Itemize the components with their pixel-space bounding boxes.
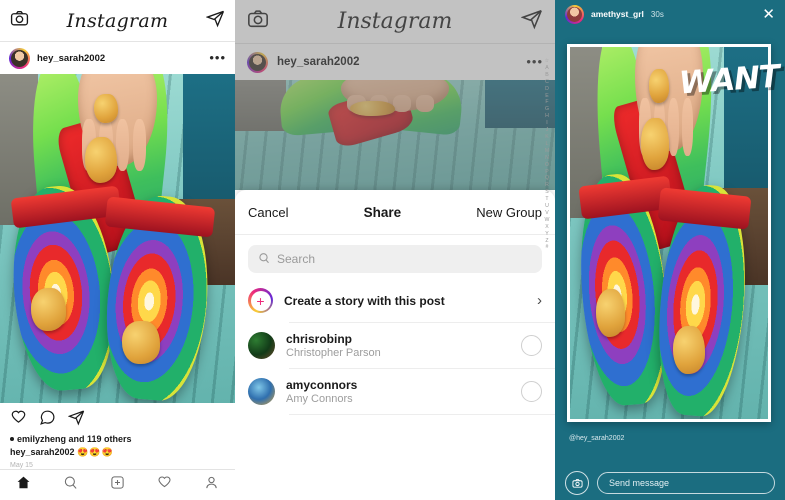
alpha-index-P[interactable]: P [545,169,548,175]
add-story-icon: + [248,288,273,313]
recipient-fullname: Christopher Parson [286,347,381,359]
person-icon[interactable] [204,475,219,495]
share-background-post: Instagram hey_sarah2002 ••• [235,0,555,190]
avatar[interactable] [565,4,584,24]
search-icon [258,252,270,267]
new-group-button[interactable]: New Group [476,205,542,220]
alpha-index-E[interactable]: E [545,93,548,99]
alpha-index-S[interactable]: S [545,189,548,195]
cancel-button[interactable]: Cancel [248,205,288,220]
close-icon[interactable]: ✕ [762,7,775,22]
recipient-fullname: Amy Connors [286,393,353,405]
post-meta: emilyzheng and 119 others hey_sarah2002 … [0,431,235,469]
alpha-index-T[interactable]: T [545,196,548,202]
alpha-index-Y[interactable]: Y [545,231,548,237]
alpha-index-☆[interactable]: ☆ [545,58,550,64]
story-footer: Send message [555,466,785,500]
send-message-placeholder: Send message [609,478,670,488]
post-header: hey_sarah2002 ••• [0,42,235,74]
post-more-icon[interactable]: ••• [209,51,226,64]
alpha-index-C[interactable]: C [545,79,549,85]
avatar [248,378,275,405]
search-placeholder: Search [277,252,316,266]
divider [289,414,555,415]
bullet-icon [10,437,14,441]
avatar[interactable] [9,47,30,69]
select-toggle[interactable] [521,335,542,356]
avatar [248,332,275,359]
direct-message-icon[interactable] [205,9,225,33]
alphabet-index-scrollbar[interactable]: ☆ A B C D E F G H I J K L M N O P Q R S T U V W X Y Z # [541,58,553,496]
story-header: amethyst_grl 30s ✕ [555,0,785,28]
heart-icon[interactable] [10,409,27,426]
list-item[interactable]: chrisrobinp Christopher Parson [235,323,555,368]
share-sheet: Cancel Share New Group Search + Create a… [235,190,555,500]
story-timestamp: 30s [650,9,664,19]
likes-text: emilyzheng and 119 others [17,434,132,444]
alpha-index-N[interactable]: N [545,155,549,161]
share-sheet-panel: Instagram hey_sarah2002 ••• Cancel Share… [235,0,555,500]
post-image[interactable] [0,74,235,403]
alpha-index-F[interactable]: F [545,99,548,105]
create-story-label: Create a story with this post [284,293,445,308]
alpha-index-#[interactable]: # [546,244,549,250]
story-credit[interactable]: @hey_sarah2002 [569,435,624,442]
alpha-index-I[interactable]: I [546,120,547,126]
search-input[interactable]: Search [248,245,542,273]
bottom-tab-bar [0,469,235,500]
post-actions [0,403,235,431]
share-icon[interactable] [68,409,85,426]
alpha-index-A[interactable]: A [545,65,548,71]
caption-emoji: 😍😍😍 [77,447,114,457]
alpha-index-B[interactable]: B [545,72,548,78]
alpha-index-U[interactable]: U [545,203,549,209]
shared-post-frame[interactable] [567,44,771,422]
alpha-index-W[interactable]: W [545,217,550,223]
select-toggle[interactable] [521,381,542,402]
alpha-index-K[interactable]: K [545,134,548,140]
post-username[interactable]: hey_sarah2002 [37,53,202,64]
want-sticker: WANT [677,58,781,102]
comment-icon[interactable] [39,409,56,426]
story-username[interactable]: amethyst_grl [591,9,644,19]
instagram-feed-panel: Instagram hey_sarah2002 ••• emilyzheng a… [0,0,235,500]
plus-square-icon[interactable] [110,475,125,495]
share-title: Share [363,204,402,220]
activity-heart-icon[interactable] [157,475,172,495]
alpha-index-H[interactable]: H [545,113,549,119]
post-date: May 15 [10,462,33,469]
home-icon[interactable] [16,475,31,495]
screenshot-stage: Instagram hey_sarah2002 ••• emilyzheng a… [0,0,785,500]
recipient-username: amyconnors [286,378,358,392]
likes-row[interactable]: emilyzheng and 119 others [10,434,225,444]
share-sheet-header: Cancel Share New Group [235,190,555,235]
alpha-index-R[interactable]: R [545,182,549,188]
alpha-index-M[interactable]: M [545,148,549,154]
alpha-index-D[interactable]: D [545,86,549,92]
dim-overlay[interactable] [235,0,555,190]
caption-row: hey_sarah2002 😍😍😍 [10,447,225,458]
alpha-index-L[interactable]: L [546,141,549,147]
search-icon[interactable] [63,475,78,495]
story-body[interactable]: WANT @hey_sarah2002 [555,28,785,466]
caption-username[interactable]: hey_sarah2002 [10,447,75,457]
list-item[interactable]: amyconnors Amy Connors [235,369,555,414]
instagram-logo: Instagram [66,9,169,32]
alpha-index-V[interactable]: V [545,210,548,216]
story-panel: amethyst_grl 30s ✕ WANT @hey_sarah2002 S… [555,0,785,500]
camera-icon[interactable] [565,471,589,495]
alpha-index-J[interactable]: J [546,127,549,133]
alpha-index-O[interactable]: O [545,162,549,168]
feed-top-bar: Instagram [0,0,235,42]
search-row: Search [235,235,555,279]
alpha-index-Q[interactable]: Q [545,175,549,181]
alpha-index-G[interactable]: G [545,106,549,112]
send-message-input[interactable]: Send message [597,472,775,494]
recipient-username: chrisrobinp [286,332,353,346]
camera-icon[interactable] [10,9,29,33]
alpha-index-Z[interactable]: Z [545,238,548,244]
alpha-index-X[interactable]: X [545,224,548,230]
create-story-row[interactable]: + Create a story with this post › [235,279,555,322]
